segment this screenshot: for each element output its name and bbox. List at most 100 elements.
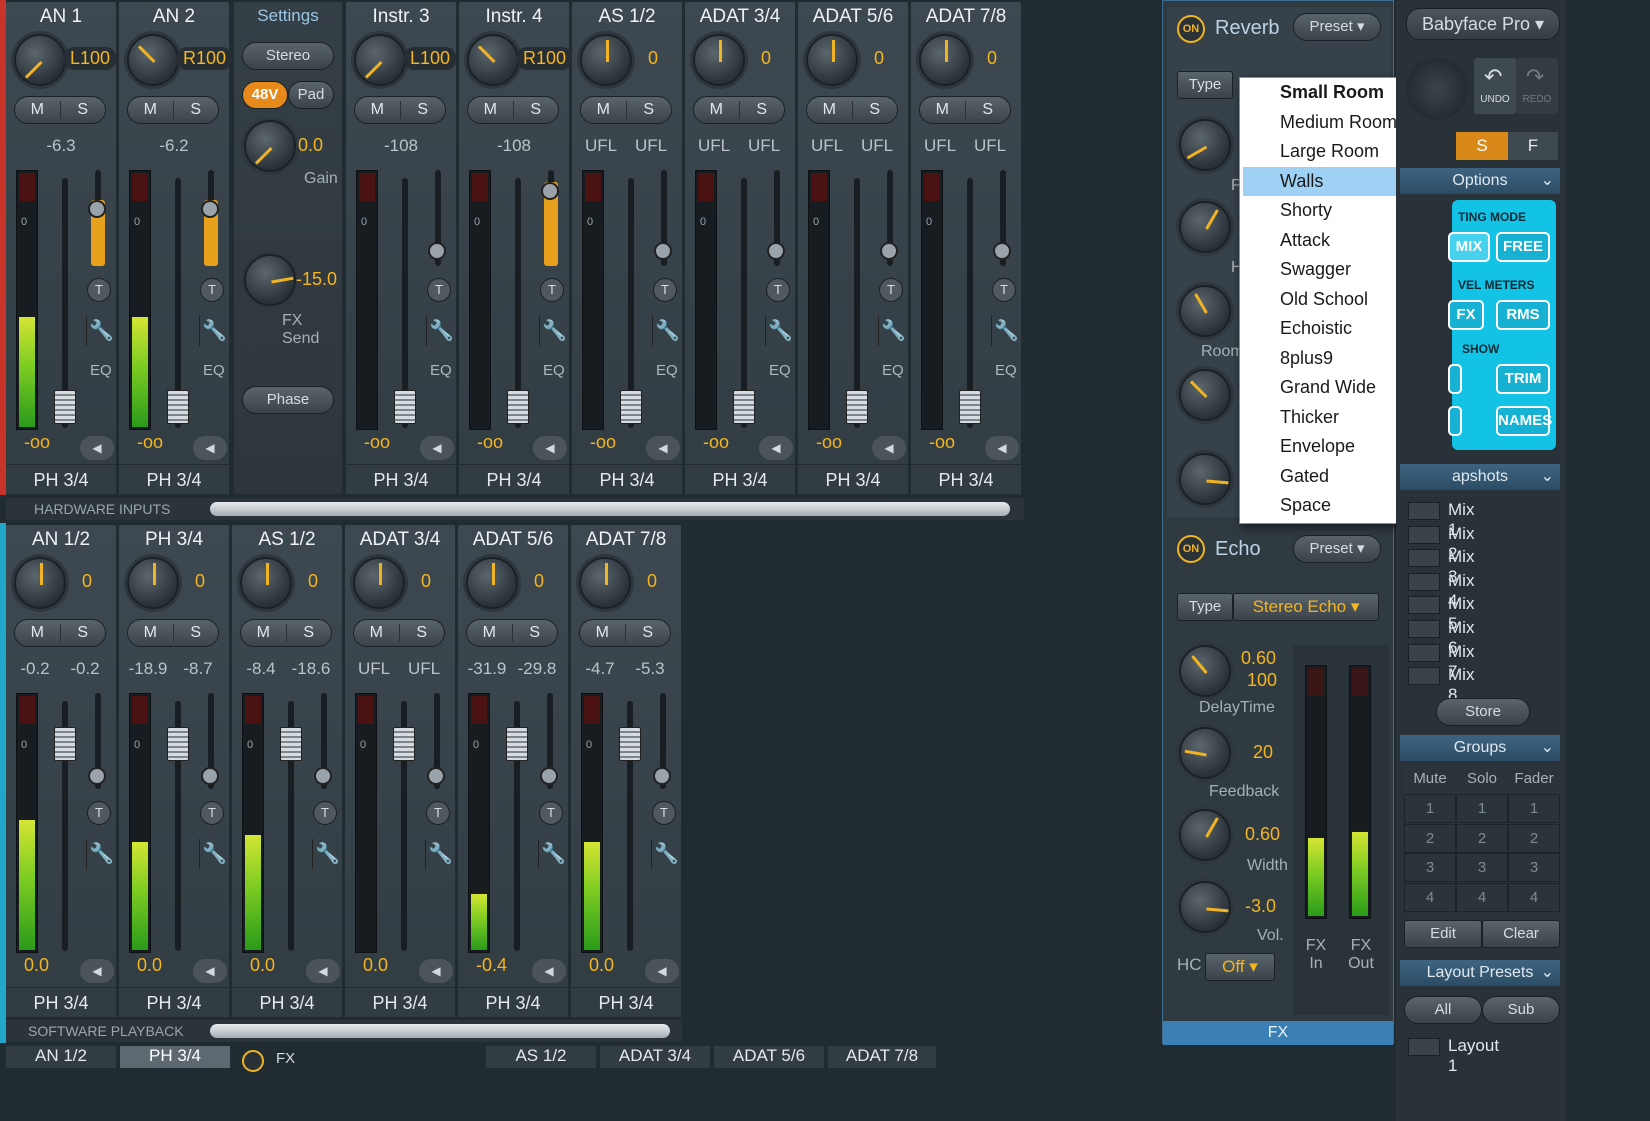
eq-button[interactable]: EQ	[882, 362, 904, 379]
mute-button[interactable]: M	[581, 101, 627, 119]
routing-selector[interactable]: PH 3/4	[119, 464, 229, 494]
gain-handle[interactable]	[767, 242, 785, 260]
wrench-icon[interactable]: 🔧	[312, 839, 342, 869]
collapse-arrow-icon[interactable]: ◀	[645, 959, 679, 983]
collapse-arrow-icon[interactable]: ◀	[193, 959, 227, 983]
free-button[interactable]: FREE	[1496, 232, 1550, 262]
volume-fader[interactable]	[54, 390, 76, 424]
echo-volume-knob[interactable]	[1179, 881, 1231, 933]
pan-knob[interactable]	[919, 34, 971, 86]
pan-knob[interactable]	[240, 557, 292, 609]
collapse-arrow-icon[interactable]: ◀	[80, 959, 114, 983]
routing-selector[interactable]: PH 3/4	[459, 464, 569, 494]
pan-knob[interactable]	[466, 557, 518, 609]
talkback-button[interactable]: T	[539, 801, 563, 825]
echo-on-button[interactable]: ON	[1177, 535, 1205, 563]
pan-knob[interactable]	[579, 557, 631, 609]
reverb-highcut-knob[interactable]	[1179, 201, 1231, 253]
group-cell[interactable]: 3	[1456, 853, 1508, 882]
group-cell[interactable]: 1	[1404, 794, 1456, 823]
output-tab-an12[interactable]: AN 1/2	[6, 1046, 116, 1068]
rms-button[interactable]: RMS	[1496, 300, 1550, 330]
wrench-icon[interactable]: 🔧	[199, 316, 229, 346]
echo-type-dropdown[interactable]: Stereo Echo ▾	[1233, 593, 1379, 621]
volume-knob[interactable]	[1406, 58, 1468, 120]
options-header[interactable]: Options ⌄	[1400, 168, 1560, 194]
volume-fader[interactable]	[167, 390, 189, 424]
gain-handle[interactable]	[653, 767, 671, 785]
gain-handle[interactable]	[201, 767, 219, 785]
mute-button[interactable]: M	[468, 101, 514, 119]
talkback-button[interactable]: T	[427, 278, 451, 302]
pan-knob[interactable]	[127, 557, 179, 609]
routing-selector[interactable]: PH 3/4	[6, 464, 116, 494]
mute-button[interactable]: M	[807, 101, 853, 119]
hardware-inputs-scrollbar[interactable]	[210, 502, 1010, 516]
talkback-button[interactable]: T	[200, 278, 224, 302]
output-fx-on-icon[interactable]	[242, 1050, 264, 1072]
mute-button[interactable]: M	[128, 101, 174, 119]
output-tab-adat78[interactable]: ADAT 7/8	[828, 1046, 936, 1068]
collapse-arrow-icon[interactable]: ◀	[80, 436, 114, 460]
routing-selector[interactable]: PH 3/4	[571, 987, 681, 1017]
mute-button[interactable]: M	[241, 624, 287, 642]
pad-button[interactable]: Pad	[288, 81, 334, 109]
routing-selector[interactable]: PH 3/4	[458, 987, 568, 1017]
snapshot-checkbox[interactable]	[1408, 667, 1440, 686]
echo-delay-knob[interactable]	[1179, 645, 1231, 697]
reverb-volume-knob[interactable]	[1179, 453, 1231, 505]
show-left-button[interactable]	[1448, 364, 1462, 394]
pan-knob[interactable]	[354, 34, 406, 86]
wrench-icon[interactable]: 🔧	[425, 839, 455, 869]
volume-fader[interactable]	[507, 390, 529, 424]
group-cell[interactable]: 4	[1404, 882, 1456, 912]
group-cell[interactable]: 1	[1508, 794, 1560, 823]
gain-handle[interactable]	[88, 200, 106, 218]
collapse-arrow-icon[interactable]: ◀	[419, 959, 453, 983]
talkback-button[interactable]: T	[766, 278, 790, 302]
pan-knob[interactable]	[580, 34, 632, 86]
talkback-button[interactable]: T	[87, 801, 111, 825]
routing-selector[interactable]: PH 3/4	[345, 987, 455, 1017]
global-solo-button[interactable]: S	[1456, 132, 1508, 160]
echo-preset-button[interactable]: Preset ▾	[1293, 535, 1381, 563]
volume-fader[interactable]	[620, 390, 642, 424]
echo-hc-dropdown[interactable]: Off ▾	[1205, 953, 1275, 981]
volume-fader[interactable]	[393, 727, 415, 761]
reverb-smooth-knob[interactable]	[1179, 369, 1231, 421]
collapse-arrow-icon[interactable]: ◀	[646, 436, 680, 460]
talkback-button[interactable]: T	[200, 801, 224, 825]
output-tab-ph34[interactable]: PH 3/4	[120, 1046, 230, 1068]
mix-button[interactable]: MIX	[1448, 232, 1490, 262]
output-tab-adat34[interactable]: ADAT 3/4	[600, 1046, 710, 1068]
wrench-icon[interactable]: 🔧	[991, 316, 1021, 346]
gain-handle[interactable]	[428, 242, 446, 260]
gain-handle[interactable]	[541, 182, 559, 200]
volume-fader[interactable]	[167, 727, 189, 761]
wrench-icon[interactable]: 🔧	[539, 316, 569, 346]
store-button[interactable]: Store	[1436, 698, 1530, 726]
phase-button[interactable]: Phase	[242, 386, 334, 414]
pan-knob[interactable]	[14, 34, 66, 86]
names-button[interactable]: NAMES	[1496, 406, 1552, 436]
eq-button[interactable]: EQ	[769, 362, 791, 379]
eq-button[interactable]: EQ	[203, 362, 225, 379]
collapse-arrow-icon[interactable]: ◀	[759, 436, 793, 460]
wrench-icon[interactable]: 🔧	[652, 316, 682, 346]
collapse-arrow-icon[interactable]: ◀	[532, 959, 566, 983]
solo-button[interactable]: S	[513, 624, 558, 642]
phantom-48v-button[interactable]: 48V	[242, 81, 288, 109]
fader-button[interactable]: F	[1508, 132, 1558, 160]
snapshot-checkbox[interactable]	[1408, 525, 1440, 544]
mute-button[interactable]: M	[467, 624, 513, 642]
talkback-button[interactable]: T	[653, 278, 677, 302]
output-tab-adat56[interactable]: ADAT 5/6	[714, 1046, 824, 1068]
collapse-arrow-icon[interactable]: ◀	[985, 436, 1019, 460]
gain-handle[interactable]	[880, 242, 898, 260]
wrench-icon[interactable]: 🔧	[878, 316, 908, 346]
eq-button[interactable]: EQ	[90, 362, 112, 379]
solo-button[interactable]: S	[627, 101, 672, 119]
collapse-arrow-icon[interactable]: ◀	[872, 436, 906, 460]
layout-all-button[interactable]: All	[1404, 996, 1482, 1024]
volume-fader[interactable]	[619, 727, 641, 761]
